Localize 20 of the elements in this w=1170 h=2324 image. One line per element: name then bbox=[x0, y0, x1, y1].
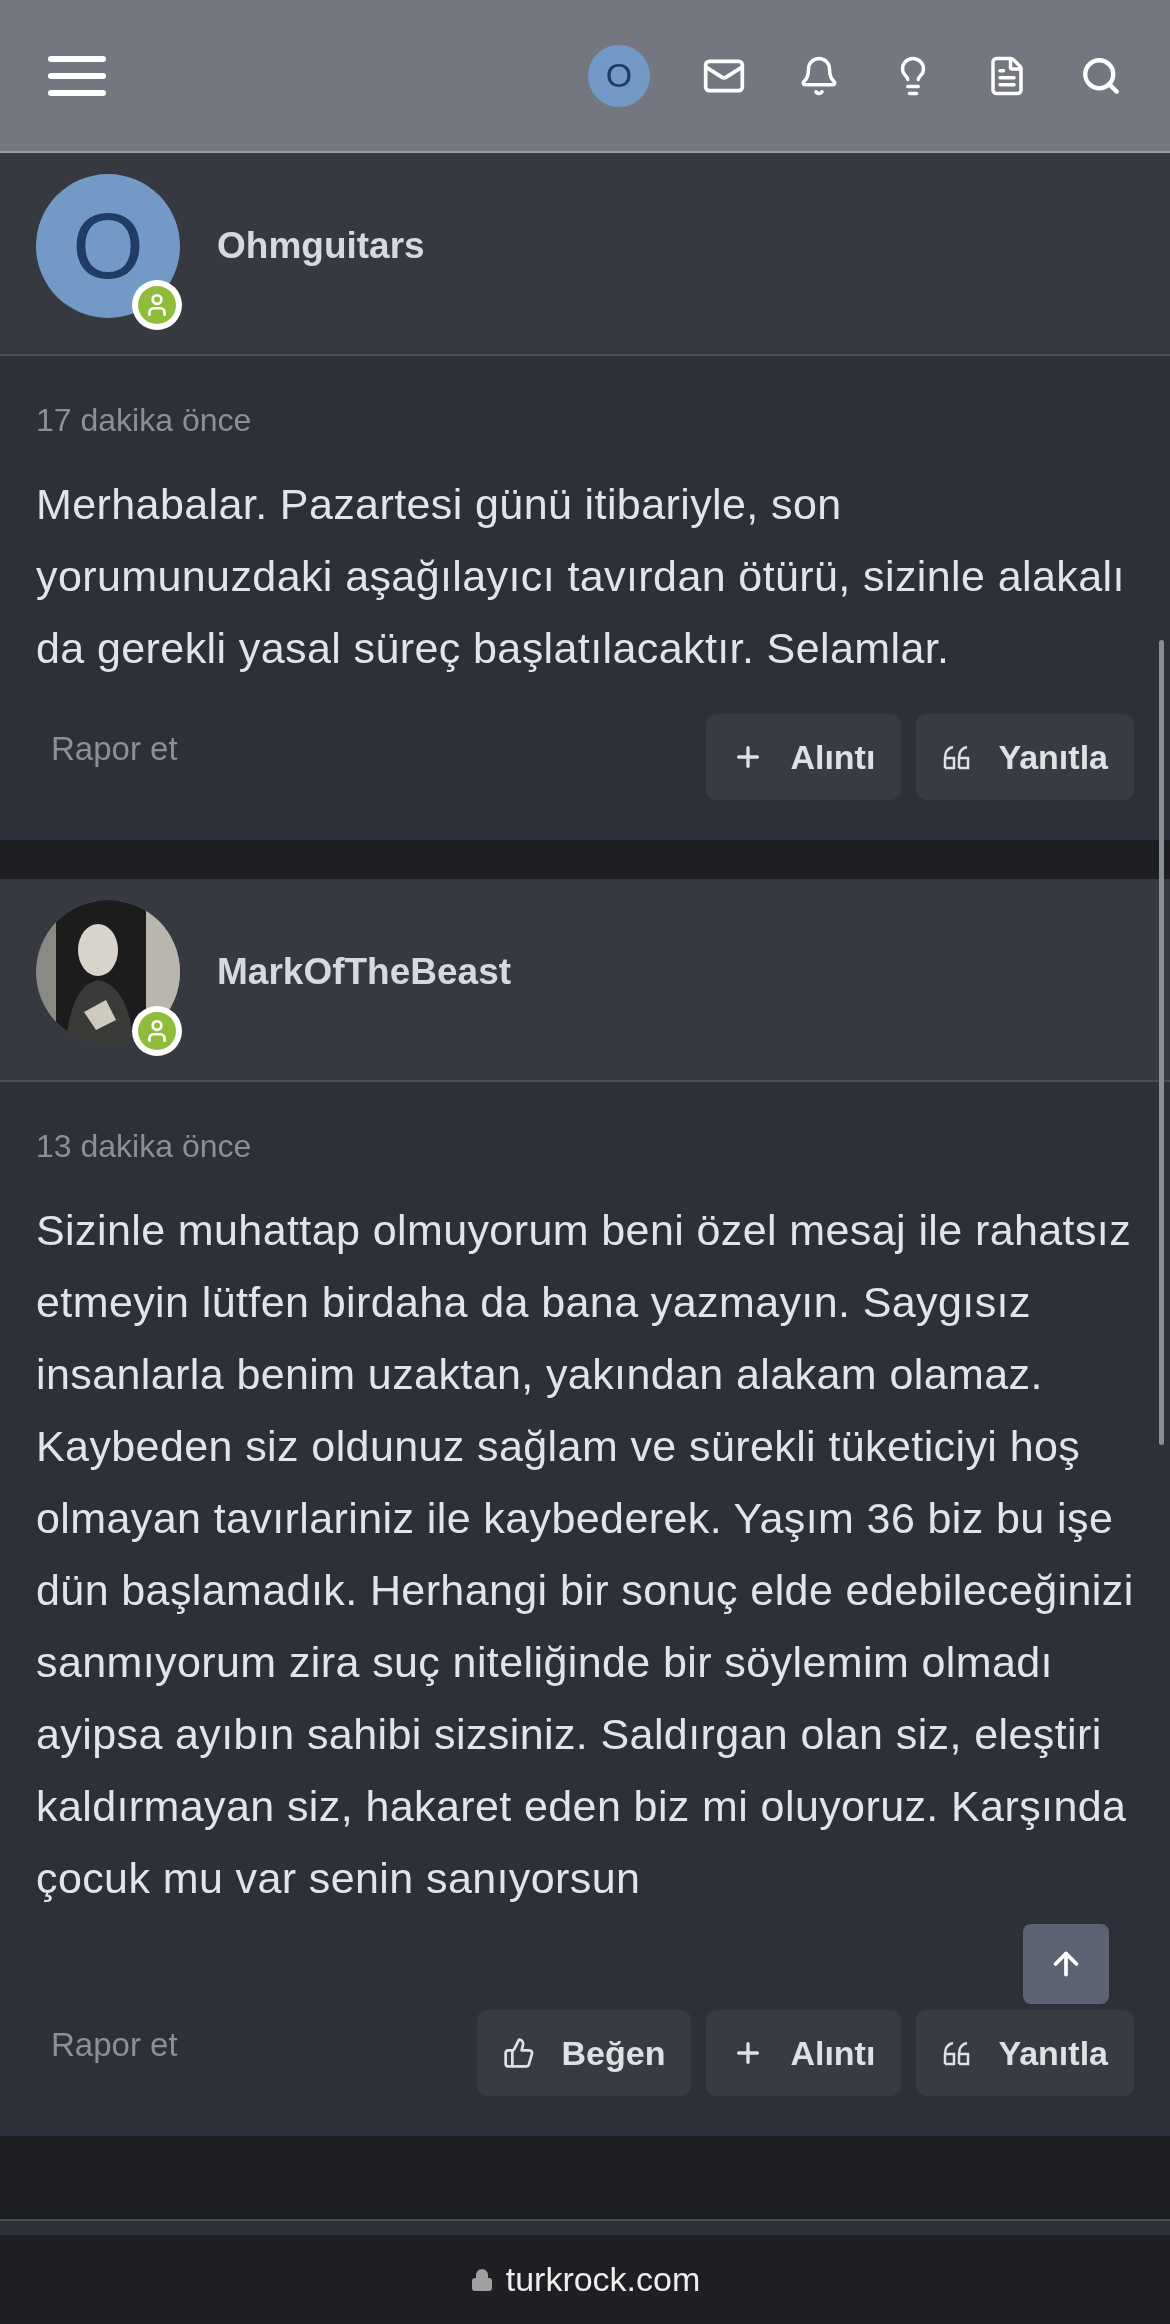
url-text: turkrock.com bbox=[505, 2259, 701, 2300]
scroll-to-top-button[interactable] bbox=[1023, 1924, 1109, 2004]
username[interactable]: Ohmguitars bbox=[217, 217, 425, 274]
post-time: 13 dakika önce bbox=[36, 1127, 253, 1166]
like-button[interactable]: Beğen bbox=[477, 2010, 692, 2096]
thumbs-up-icon bbox=[503, 2037, 536, 2069]
reply-button[interactable]: Yanıtla bbox=[916, 2010, 1134, 2096]
quote-button[interactable]: Alıntı bbox=[706, 2010, 902, 2096]
user-avatar-button[interactable]: O bbox=[588, 44, 650, 107]
post-body: Sizinle muhattap olmuyorum beni özel mesaj ile rahatsız etmeyin lütfen birdaha da bana yazmayın. Saygısız insanlarla benim uzaktan, yakından alakam olamaz. Kaybeden siz oldunuz sağlam ve sürekli tüketiciyi hoş olmayan tavırlariniz ile kaybederek. Yaşım 36 biz bu işe dün başlamadık. Herhangi bir sonuç elde edebileceğinizi sanmıyorum zira suç niteliğinde bir söylemim olmadı ayipsa ayıbın sahibi sizsiniz. Saldırgan olan siz, eleştiri kaldırmayan siz, hakaret eden biz mi oluyoruz. Karşında çocuk mu var senin sanıyorsun bbox=[36, 1205, 1134, 1904]
report-link[interactable]: Rapor et bbox=[51, 724, 178, 774]
report-link[interactable]: Rapor et bbox=[51, 2020, 178, 2070]
username[interactable]: MarkOfTheBeast bbox=[217, 943, 512, 1000]
lock-icon bbox=[469, 2267, 494, 2292]
post-time: 17 dakika önce bbox=[36, 401, 253, 440]
quote-button[interactable]: Alıntı bbox=[706, 714, 902, 800]
menu-button[interactable] bbox=[48, 55, 106, 96]
post-body: Merhabalar. Pazartesi günü itibariyle, son yorumunuzdaki aşağılayıcı tavırdan ötürü, sizinle alakalı da gerekli yasal süreç başlatılacaktır. Selamlar. bbox=[36, 479, 1126, 674]
reply-button[interactable]: Yanıtla bbox=[916, 714, 1134, 800]
avatar[interactable]: O bbox=[36, 173, 180, 318]
